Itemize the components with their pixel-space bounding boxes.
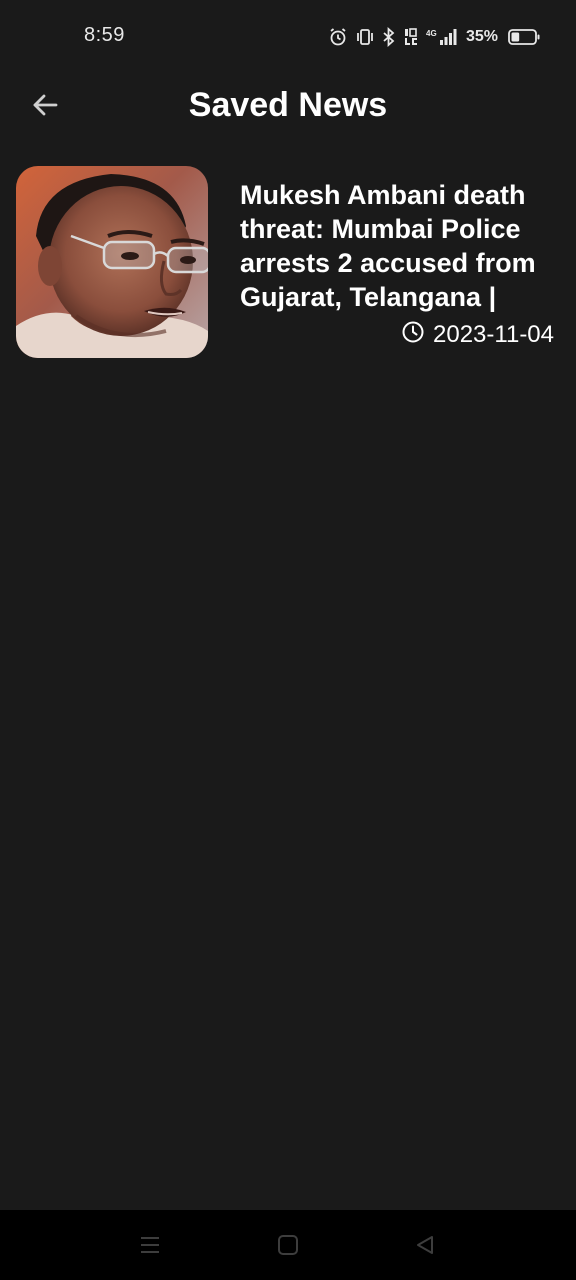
news-date-row: 2023-11-04 — [240, 320, 558, 349]
vibrate-icon — [356, 27, 374, 47]
bluetooth-icon — [382, 27, 396, 47]
signal-4g-icon: 4G — [426, 27, 458, 47]
status-time: 8:59 — [84, 24, 125, 46]
alarm-icon — [328, 27, 348, 47]
system-back-button[interactable] — [408, 1230, 442, 1264]
battery-icon — [508, 28, 540, 46]
news-date: 2023-11-04 — [433, 320, 554, 348]
app-bar: Saved News — [0, 72, 576, 144]
back-triangle-icon — [414, 1234, 436, 1261]
volte-icon — [404, 27, 418, 47]
svg-text:4G: 4G — [426, 29, 437, 38]
saved-news-list: Mukesh Ambani death threat: Mumbai Polic… — [16, 166, 560, 360]
status-icons: 4G 35% — [328, 24, 540, 50]
news-item[interactable]: Mukesh Ambani death threat: Mumbai Polic… — [16, 166, 560, 360]
status-bar: 8:59 4G 35% — [0, 0, 576, 72]
home-icon — [277, 1234, 299, 1261]
home-button[interactable] — [271, 1230, 305, 1264]
menu-icon — [139, 1234, 161, 1261]
battery-percent: 35% — [465, 28, 498, 45]
news-text: Mukesh Ambani death threat: Mumbai Polic… — [240, 178, 558, 349]
system-nav-bar — [0, 1210, 576, 1280]
news-title[interactable]: Mukesh Ambani death threat: Mumbai Polic… — [240, 178, 558, 314]
news-thumbnail[interactable] — [16, 166, 208, 358]
recent-apps-button[interactable] — [133, 1230, 167, 1264]
page-title: Saved News — [188, 86, 388, 124]
clock-icon — [401, 320, 425, 349]
